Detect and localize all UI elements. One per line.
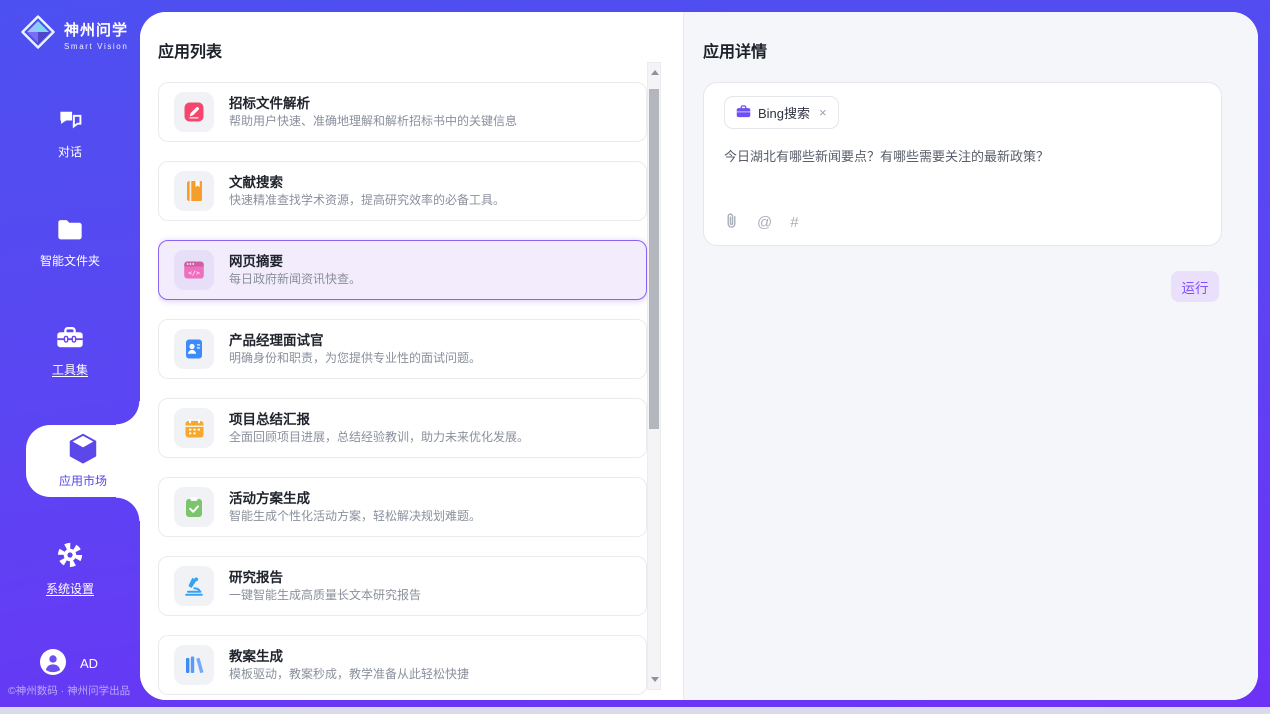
- main-content: 应用列表 招标文件解析帮助用户快速、准确地理解和解析招标书中的关键信息文献搜索快…: [140, 12, 1258, 700]
- app-list-title: 应用列表: [158, 38, 222, 62]
- tool-tag-bing-search[interactable]: Bing搜索 ×: [724, 96, 839, 129]
- sidebar-item-2[interactable]: 工具集: [0, 325, 140, 378]
- app-card-title: 产品经理面试官: [229, 334, 481, 348]
- scroll-up-icon[interactable]: [651, 70, 659, 75]
- scrollbar[interactable]: [647, 62, 661, 690]
- app-card-7[interactable]: 教案生成模板驱动，教案秒成，教学准备从此轻松快捷: [158, 635, 647, 695]
- chat-icon: [57, 120, 84, 137]
- app-card-0[interactable]: 招标文件解析帮助用户快速、准确地理解和解析招标书中的关键信息: [158, 82, 647, 142]
- app-card-desc: 全面回顾项目进展，总结经验教训，助力未来优化发展。: [229, 431, 529, 443]
- scroll-down-icon[interactable]: [651, 677, 659, 682]
- app-card-title: 活动方案生成: [229, 492, 481, 506]
- tab-curve-bottom: [116, 497, 140, 521]
- app-card-1[interactable]: 文献搜索快速精准查找学术资源，提高研究效率的必备工具。: [158, 161, 647, 221]
- app-card-title: 项目总结汇报: [229, 413, 529, 427]
- webpage-icon: </>: [174, 250, 214, 290]
- edit-doc-icon: [174, 92, 214, 132]
- app-card-5[interactable]: 活动方案生成智能生成个性化活动方案，轻松解决规划难题。: [158, 477, 647, 537]
- app-card-4[interactable]: 项目总结汇报全面回顾项目进展，总结经验教训，助力未来优化发展。: [158, 398, 647, 458]
- attachment-toolbar: @ #: [724, 212, 799, 233]
- brand-logo: 神州问学 Smart Vision: [20, 14, 128, 55]
- sidebar-item-3[interactable]: 应用市场: [26, 425, 140, 497]
- app-card-desc: 一键智能生成高质量长文本研究报告: [229, 589, 421, 601]
- app-card-title: 网页摘要: [229, 255, 361, 269]
- gear-icon: [55, 557, 85, 574]
- mention-icon[interactable]: @: [757, 214, 772, 231]
- query-text[interactable]: 今日湖北有哪些新闻要点？有哪些需要关注的最新政策？: [724, 146, 1201, 165]
- app-card-title: 招标文件解析: [229, 97, 517, 111]
- books-icon: [174, 645, 214, 685]
- app-details-title: 应用详情: [703, 38, 767, 62]
- app-card-desc: 智能生成个性化活动方案，轻松解决规划难题。: [229, 510, 481, 522]
- cube-icon: [68, 433, 98, 470]
- paperclip-icon[interactable]: [724, 212, 739, 233]
- app-card-desc: 快速精准查找学术资源，提高研究效率的必备工具。: [229, 194, 505, 206]
- app-card-desc: 每日政府新闻资讯快查。: [229, 273, 361, 285]
- sidebar-item-4[interactable]: 系统设置: [0, 540, 140, 597]
- prompt-input-card[interactable]: Bing搜索 × 今日湖北有哪些新闻要点？有哪些需要关注的最新政策？ @ #: [703, 82, 1222, 246]
- tab-curve-top: [116, 401, 140, 425]
- brand-name: 神州问学: [64, 19, 128, 40]
- tool-tag-label: Bing搜索: [758, 103, 810, 122]
- hashtag-icon[interactable]: #: [790, 214, 798, 231]
- app-card-title: 教案生成: [229, 650, 469, 664]
- bottom-edge-strip: [0, 707, 1270, 714]
- app-card-desc: 帮助用户快速、准确地理解和解析招标书中的关键信息: [229, 115, 517, 127]
- avatar: [40, 649, 66, 678]
- calendar-icon: [174, 408, 214, 448]
- app-details-panel: 应用详情 Bing搜索 × 今日湖北有哪些新闻要点？有哪些需要关注的最新政策？: [683, 12, 1258, 700]
- folder-icon: [56, 229, 84, 246]
- book-icon: [174, 171, 214, 211]
- brand-subtitle: Smart Vision: [64, 42, 128, 51]
- app-card-3[interactable]: 产品经理面试官明确身份和职责，为您提供专业性的面试问题。: [158, 319, 647, 379]
- sidebar-item-0[interactable]: 对话: [0, 108, 140, 160]
- user-initials: AD: [80, 656, 98, 671]
- app-card-desc: 明确身份和职责，为您提供专业性的面试问题。: [229, 352, 481, 364]
- app-card-title: 文献搜索: [229, 176, 505, 190]
- app-card-6[interactable]: 研究报告一键智能生成高质量长文本研究报告: [158, 556, 647, 616]
- user-row[interactable]: AD: [40, 649, 98, 678]
- scrollbar-thumb[interactable]: [649, 89, 659, 429]
- brand-diamond-icon: [20, 14, 56, 55]
- app-card-list: 招标文件解析帮助用户快速、准确地理解和解析招标书中的关键信息文献搜索快速精准查找…: [158, 82, 647, 700]
- app-list-panel: 应用列表 招标文件解析帮助用户快速、准确地理解和解析招标书中的关键信息文献搜索快…: [140, 12, 683, 700]
- sidebar-item-1[interactable]: 智能文件夹: [0, 218, 140, 269]
- sidebar: 神州问学 Smart Vision 对话智能文件夹工具集应用市场系统设置 AD …: [0, 0, 140, 714]
- clipboard-check-icon: [174, 487, 214, 527]
- tag-close-icon[interactable]: ×: [819, 105, 827, 120]
- briefcase-icon: [736, 105, 751, 121]
- research-icon: [174, 566, 214, 606]
- copyright-footer: ©神州数码 · 神州问学出品: [8, 683, 142, 698]
- app-card-title: 研究报告: [229, 571, 421, 585]
- svg-text:</>: </>: [188, 269, 200, 277]
- interviewer-icon: [174, 329, 214, 369]
- run-button[interactable]: 运行: [1171, 271, 1219, 302]
- toolbox-icon: [55, 338, 85, 355]
- app-card-2[interactable]: </> 网页摘要每日政府新闻资讯快查。: [158, 240, 647, 300]
- app-card-desc: 模板驱动，教案秒成，教学准备从此轻松快捷: [229, 668, 469, 680]
